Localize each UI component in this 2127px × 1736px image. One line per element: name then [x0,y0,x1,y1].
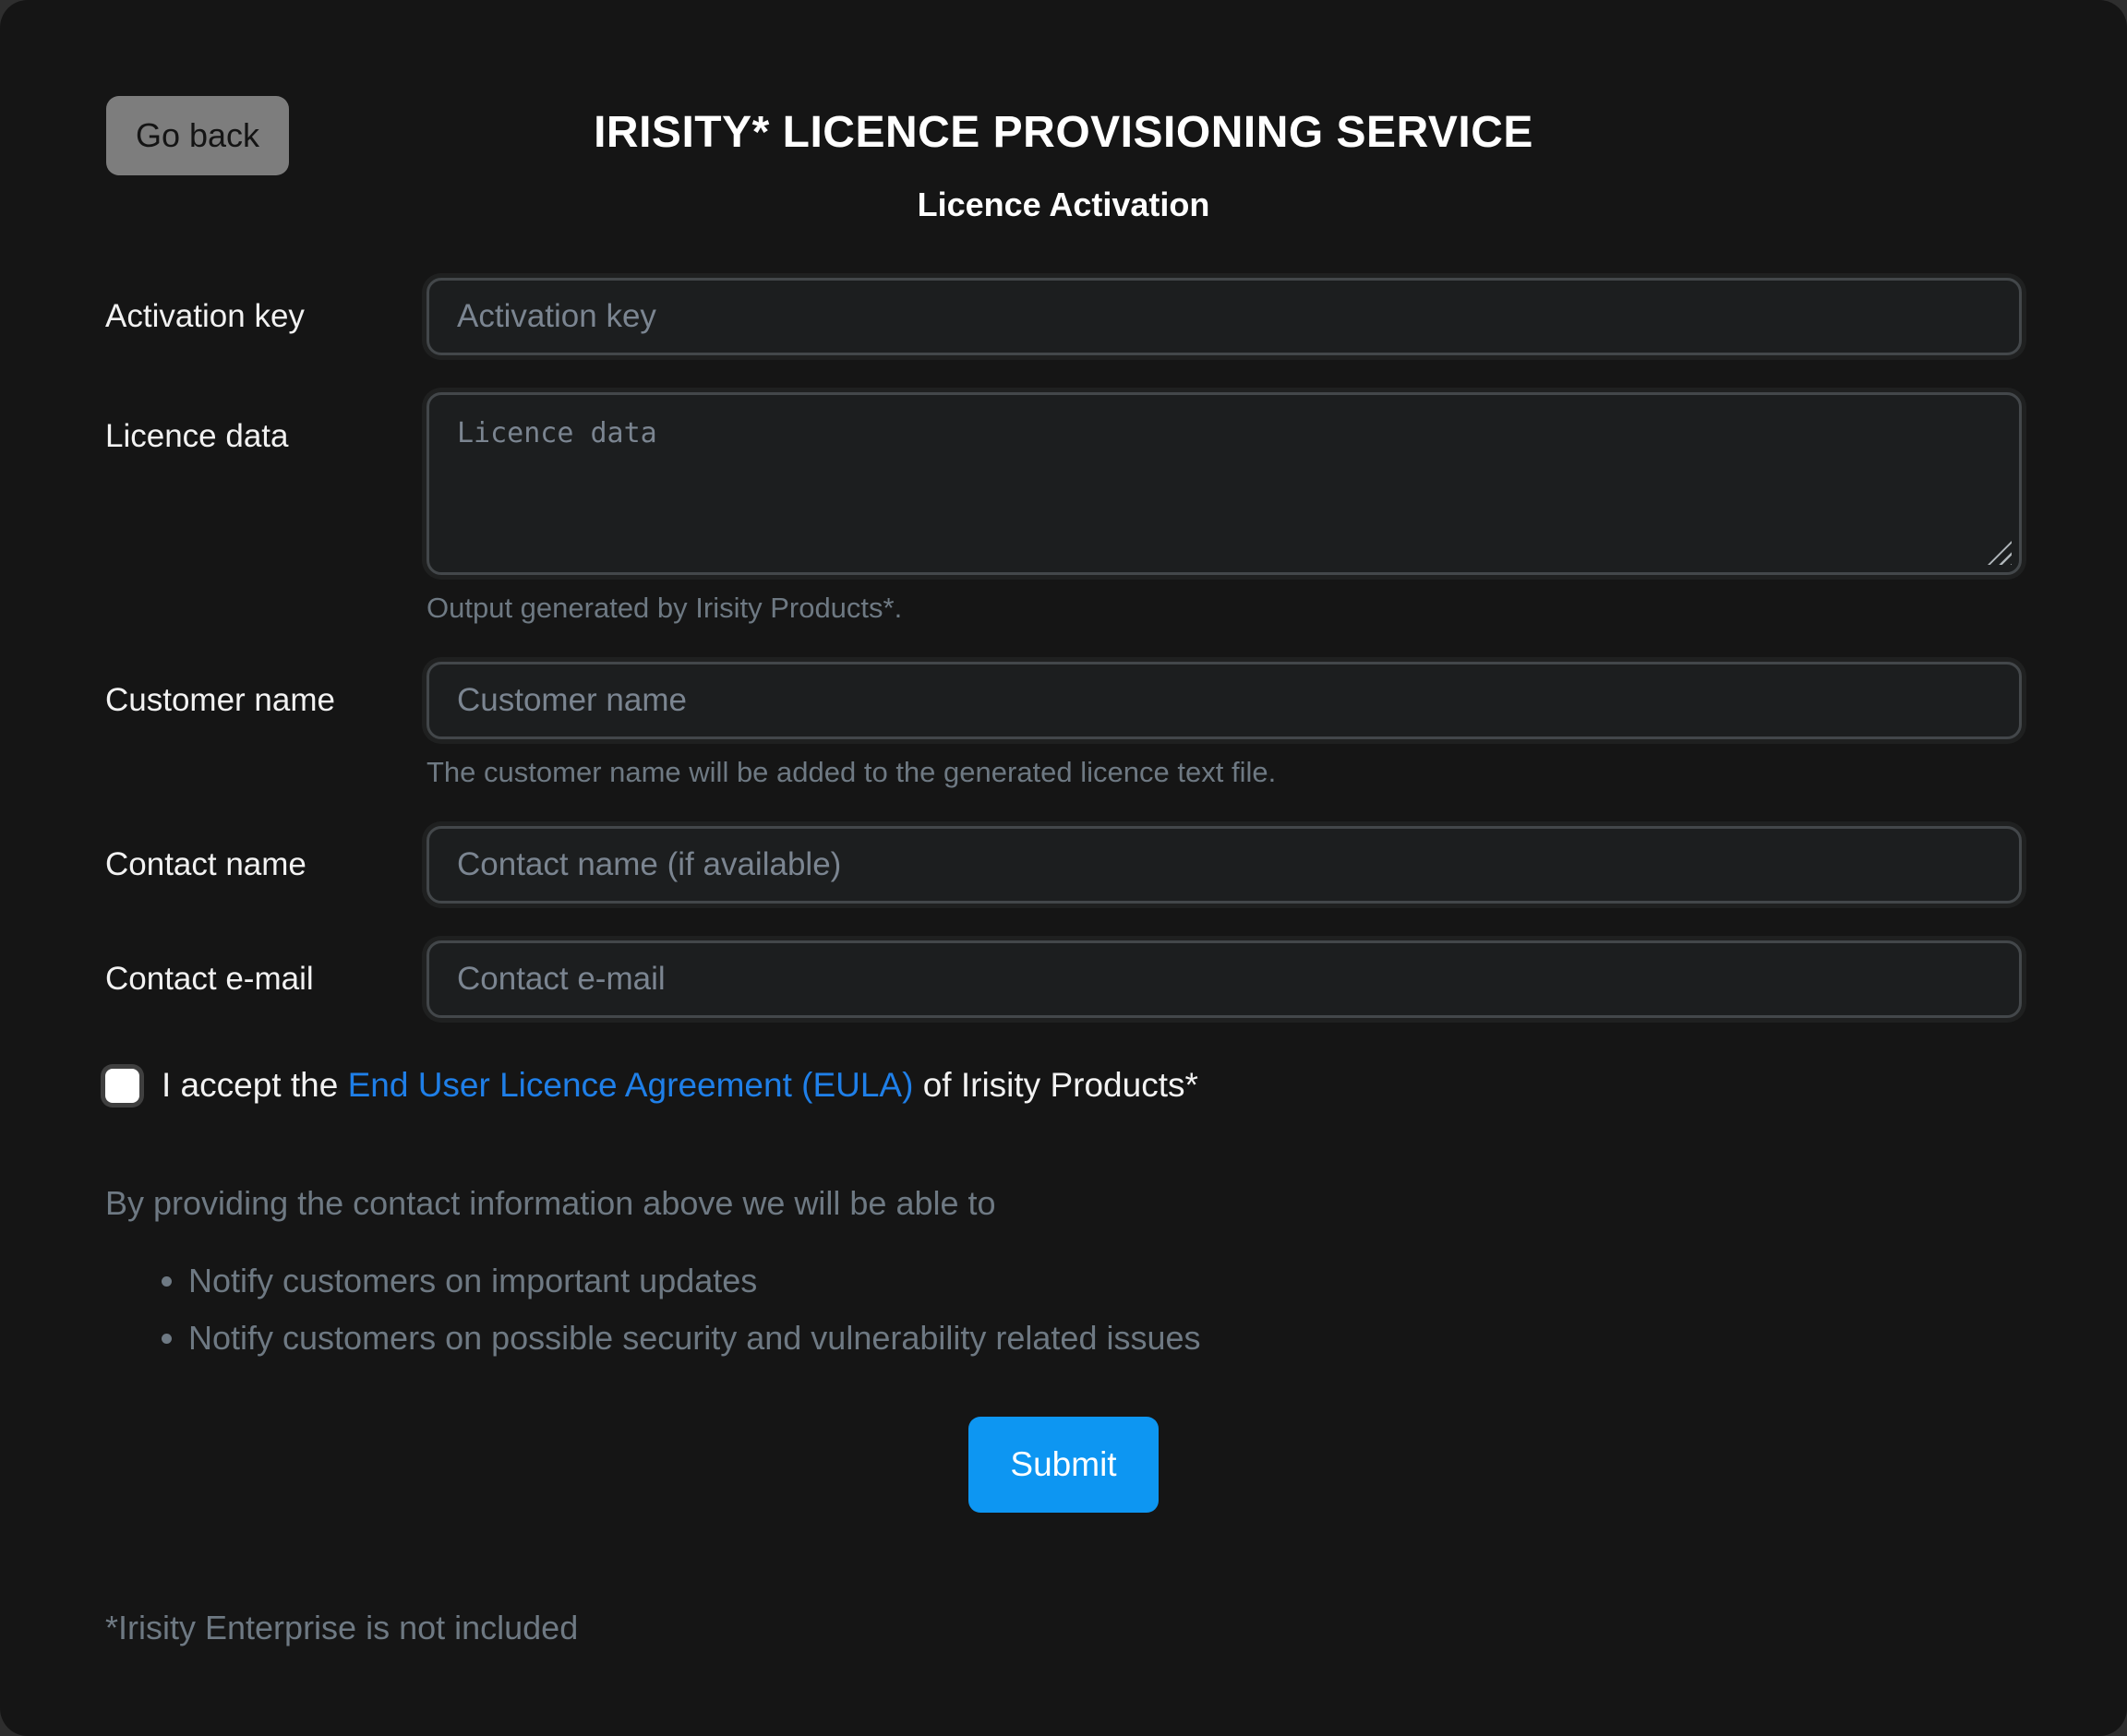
licence-data-helper: Output generated by Irisity Products*. [427,592,2022,625]
page-title: IRISITY* LICENCE PROVISIONING SERVICE [105,107,2022,158]
eula-link[interactable]: End User Licence Agreement (EULA) [348,1066,914,1105]
eula-text-before: I accept the [162,1066,338,1105]
customer-name-row: Customer name The customer name will be … [105,662,2022,789]
contact-info-list: Notify customers on important updates No… [105,1262,2022,1358]
licence-data-row: Licence data Output generated by Irisity… [105,392,2022,625]
activation-key-input[interactable] [427,278,2022,355]
submit-row: Submit [105,1417,2022,1513]
customer-name-input[interactable] [427,662,2022,739]
contact-name-row: Contact name [105,826,2022,904]
contact-name-input[interactable] [427,826,2022,904]
licence-data-textarea-wrap [427,392,2022,575]
contact-info-intro: By providing the contact information abo… [105,1184,2022,1223]
eula-text-after: of Irisity Products* [923,1066,1198,1105]
go-back-button[interactable]: Go back [106,96,289,175]
list-item: Notify customers on possible security an… [188,1319,2022,1358]
enterprise-footnote: *Irisity Enterprise is not included [105,1609,2022,1647]
contact-email-label: Contact e-mail [105,961,427,998]
customer-name-label: Customer name [105,682,427,719]
activation-key-label: Activation key [105,298,427,335]
activation-key-row: Activation key [105,278,2022,355]
eula-checkbox[interactable] [105,1069,139,1103]
contact-name-label: Contact name [105,846,427,883]
eula-row: I accept the End User Licence Agreement … [105,1066,2022,1105]
licence-data-textarea[interactable] [427,392,2022,575]
contact-email-row: Contact e-mail [105,940,2022,1018]
customer-name-helper: The customer name will be added to the g… [427,756,2022,789]
list-item: Notify customers on important updates [188,1262,2022,1300]
licence-activation-page: Go back IRISITY* LICENCE PROVISIONING SE… [0,0,2127,1736]
licence-activation-form: Activation key Licence data Output gener… [105,278,2022,1647]
submit-button[interactable]: Submit [968,1417,1159,1513]
contact-email-input[interactable] [427,940,2022,1018]
page-header: IRISITY* LICENCE PROVISIONING SERVICE Li… [105,0,2022,224]
licence-data-label: Licence data [105,392,427,455]
page-subtitle: Licence Activation [105,186,2022,224]
